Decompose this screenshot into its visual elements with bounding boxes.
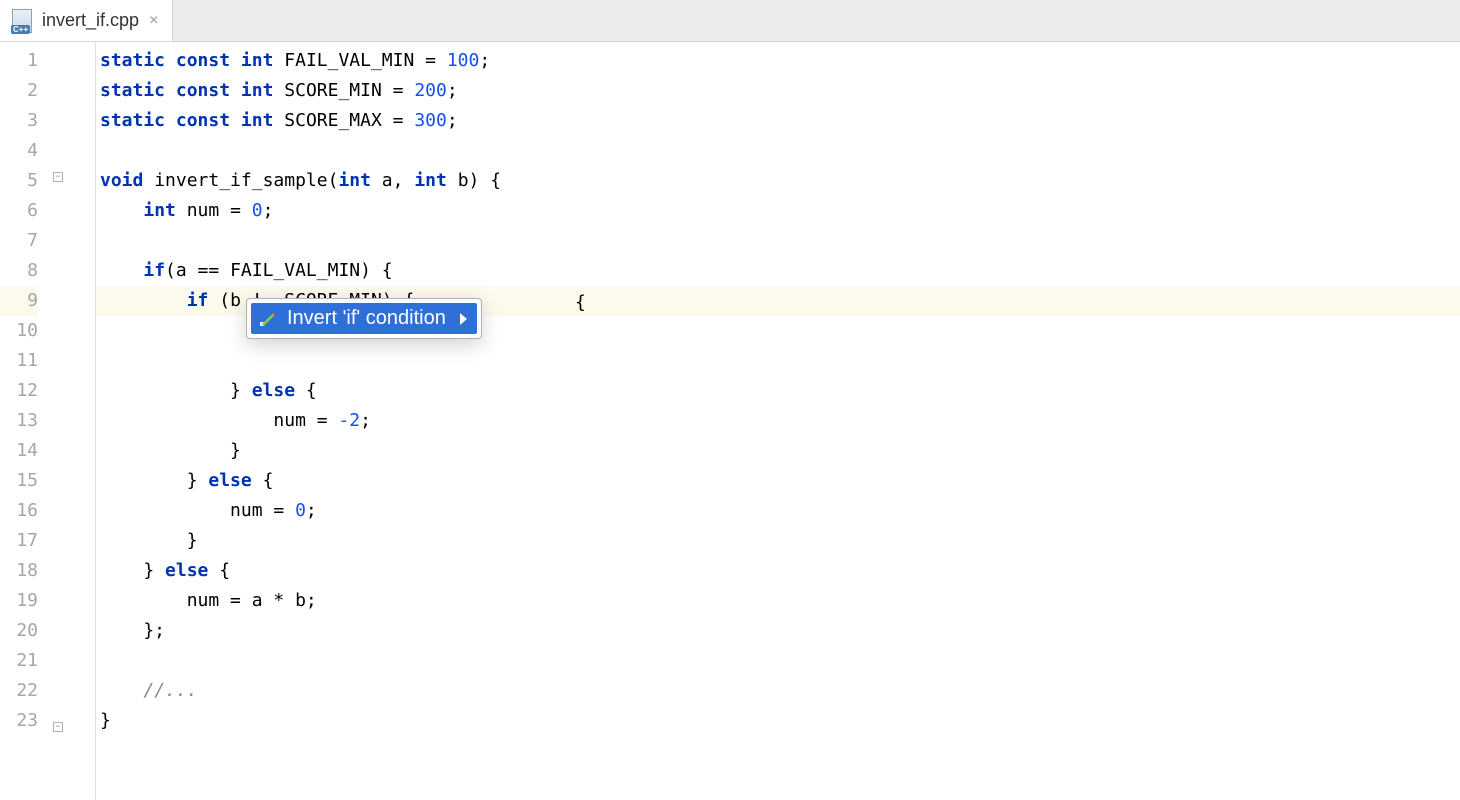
line-number: 15 (0, 466, 38, 496)
line-number: 8 (0, 256, 38, 286)
code-line[interactable]: //... (96, 676, 1460, 706)
code-line[interactable] (96, 646, 1460, 676)
code-line[interactable]: int num = 0; (96, 196, 1460, 226)
fold-strip: − − (56, 42, 96, 800)
code-line[interactable] (96, 136, 1460, 166)
close-icon[interactable]: × (145, 12, 162, 30)
code-line[interactable] (96, 226, 1460, 256)
line-number: 6 (0, 196, 38, 226)
line-number: 9 (0, 286, 38, 316)
line-number: 19 (0, 586, 38, 616)
code-line[interactable]: } (96, 706, 1460, 736)
code-line[interactable]: static const int FAIL_VAL_MIN = 100; (96, 46, 1460, 76)
code-line[interactable]: static const int SCORE_MIN = 200; (96, 76, 1460, 106)
line-number-gutter: 1 2 3 4 5 6 7 8 9 10 11 12 13 14 15 16 1… (0, 42, 56, 800)
intention-invert-if[interactable]: Invert 'if' condition (251, 303, 477, 334)
line-number: 5 (0, 166, 38, 196)
line-number: 17 (0, 526, 38, 556)
line-number: 12 (0, 376, 38, 406)
code-line[interactable]: } else { (96, 556, 1460, 586)
line-number: 18 (0, 556, 38, 586)
line-number: 14 (0, 436, 38, 466)
cpp-file-icon (8, 7, 36, 35)
code-line[interactable]: static const int SCORE_MAX = 300; (96, 106, 1460, 136)
code-line[interactable]: } (96, 526, 1460, 556)
code-line[interactable]: void invert_if_sample(int a, int b) { (96, 166, 1460, 196)
fold-toggle-icon[interactable]: − (53, 172, 63, 182)
chevron-right-icon (460, 313, 467, 325)
code-line[interactable]: num = -2; (96, 406, 1460, 436)
line-number: 11 (0, 346, 38, 376)
intention-popup: Invert 'if' condition (246, 298, 482, 339)
line-number: 7 (0, 226, 38, 256)
code-line[interactable]: } (96, 436, 1460, 466)
line-number: 16 (0, 496, 38, 526)
line-number: 4 (0, 136, 38, 166)
code-line[interactable]: if(a == FAIL_VAL_MIN) { (96, 256, 1460, 286)
line-number: 21 (0, 646, 38, 676)
line-number: 10 (0, 316, 38, 346)
code-line[interactable]: num = 0; (96, 496, 1460, 526)
line-number: 13 (0, 406, 38, 436)
tab-filename: invert_if.cpp (42, 10, 139, 31)
line-number: 22 (0, 676, 38, 706)
code-line[interactable]: } else { (96, 466, 1460, 496)
tab-bar: invert_if.cpp × (0, 0, 1460, 42)
line-number: 20 (0, 616, 38, 646)
code-fragment: { (575, 292, 586, 313)
code-line[interactable]: }; (96, 616, 1460, 646)
code-editor[interactable]: static const int FAIL_VAL_MIN = 100; sta… (96, 42, 1460, 800)
file-tab[interactable]: invert_if.cpp × (0, 0, 173, 41)
code-line[interactable] (96, 346, 1460, 376)
editor-area: 1 2 3 4 5 6 7 8 9 10 11 12 13 14 15 16 1… (0, 42, 1460, 800)
intention-label: Invert 'if' condition (287, 307, 446, 330)
code-line[interactable]: num = a * b; (96, 586, 1460, 616)
code-line[interactable]: } else { (96, 376, 1460, 406)
line-number: 1 (0, 46, 38, 76)
fold-toggle-icon[interactable]: − (53, 722, 63, 732)
line-number: 2 (0, 76, 38, 106)
line-number: 23 (0, 706, 38, 736)
pencil-icon (257, 309, 277, 329)
line-number: 3 (0, 106, 38, 136)
